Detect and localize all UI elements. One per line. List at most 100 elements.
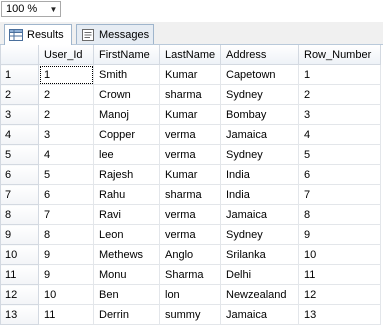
row-header[interactable]: 8: [0, 204, 39, 225]
table-row[interactable]: 13 11 Derrin summy Jamaica 13: [0, 304, 381, 325]
lastname-cell[interactable]: Kumar: [159, 104, 221, 125]
table-row[interactable]: 6 5 Rajesh Kumar India 6: [0, 164, 381, 185]
lastname-cell[interactable]: Kumar: [159, 64, 221, 85]
lastname-cell[interactable]: verma: [159, 224, 221, 245]
user-id-cell[interactable]: 7: [38, 204, 94, 225]
firstname-cell[interactable]: Copper: [93, 124, 160, 145]
lastname-cell[interactable]: verma: [159, 204, 221, 225]
firstname-cell[interactable]: lee: [93, 144, 160, 165]
row-header[interactable]: 3: [0, 104, 39, 125]
user-id-cell[interactable]: 9: [38, 264, 94, 285]
row-number-cell[interactable]: 11: [298, 264, 381, 285]
column-header-firstname[interactable]: FirstName: [93, 45, 160, 65]
address-cell[interactable]: Delhi: [220, 264, 299, 285]
address-cell[interactable]: Sydney: [220, 224, 299, 245]
column-header-lastname[interactable]: LastName: [159, 45, 221, 65]
address-cell[interactable]: Jamaica: [220, 124, 299, 145]
row-number-cell[interactable]: 2: [298, 84, 381, 105]
address-cell[interactable]: India: [220, 184, 299, 205]
zoom-dropdown[interactable]: 100 % ▼: [1, 1, 61, 17]
column-header-row-number[interactable]: Row_Number: [298, 45, 381, 65]
firstname-cell[interactable]: Smith: [93, 64, 160, 85]
lastname-cell[interactable]: Sharma: [159, 264, 221, 285]
lastname-cell[interactable]: sharma: [159, 84, 221, 105]
firstname-cell[interactable]: Methews: [93, 244, 160, 265]
address-cell[interactable]: Sydney: [220, 84, 299, 105]
results-grid[interactable]: User_Id FirstName LastName Address Row_N…: [0, 45, 383, 325]
user-id-cell[interactable]: 1: [38, 64, 94, 85]
row-number-cell[interactable]: 7: [298, 184, 381, 205]
row-header[interactable]: 4: [0, 124, 39, 145]
row-header[interactable]: 5: [0, 144, 39, 165]
row-number-cell[interactable]: 9: [298, 224, 381, 245]
corner-header[interactable]: [0, 45, 39, 65]
table-row[interactable]: 10 9 Methews Anglo Srilanka 10: [0, 244, 381, 265]
user-id-cell[interactable]: 10: [38, 284, 94, 305]
row-header[interactable]: 13: [0, 304, 39, 325]
row-header[interactable]: 6: [0, 164, 39, 185]
address-cell[interactable]: Capetown: [220, 64, 299, 85]
row-number-cell[interactable]: 12: [298, 284, 381, 305]
user-id-cell[interactable]: 5: [38, 164, 94, 185]
address-cell[interactable]: Jamaica: [220, 204, 299, 225]
table-row[interactable]: 4 3 Copper verma Jamaica 4: [0, 124, 381, 145]
table-row[interactable]: 9 8 Leon verma Sydney 9: [0, 224, 381, 245]
row-header[interactable]: 2: [0, 84, 39, 105]
firstname-cell[interactable]: Rahu: [93, 184, 160, 205]
address-cell[interactable]: Jamaica: [220, 304, 299, 325]
address-cell[interactable]: Bombay: [220, 104, 299, 125]
row-number-cell[interactable]: 4: [298, 124, 381, 145]
table-row[interactable]: 11 9 Monu Sharma Delhi 11: [0, 264, 381, 285]
lastname-cell[interactable]: Anglo: [159, 244, 221, 265]
row-number-cell[interactable]: 5: [298, 144, 381, 165]
row-number-cell[interactable]: 6: [298, 164, 381, 185]
table-row[interactable]: 3 2 Manoj Kumar Bombay 3: [0, 104, 381, 125]
lastname-cell[interactable]: summy: [159, 304, 221, 325]
table-row[interactable]: 5 4 lee verma Sydney 5: [0, 144, 381, 165]
row-header[interactable]: 10: [0, 244, 39, 265]
chevron-down-icon[interactable]: ▼: [47, 2, 60, 16]
address-cell[interactable]: Srilanka: [220, 244, 299, 265]
user-id-cell[interactable]: 2: [38, 84, 94, 105]
row-number-cell[interactable]: 13: [298, 304, 381, 325]
table-row[interactable]: 12 10 Ben lon Newzealand 12: [0, 284, 381, 305]
firstname-cell[interactable]: Manoj: [93, 104, 160, 125]
lastname-cell[interactable]: verma: [159, 144, 221, 165]
column-header-user-id[interactable]: User_Id: [38, 45, 94, 65]
firstname-cell[interactable]: Monu: [93, 264, 160, 285]
address-cell[interactable]: Sydney: [220, 144, 299, 165]
row-number-cell[interactable]: 10: [298, 244, 381, 265]
firstname-cell[interactable]: Leon: [93, 224, 160, 245]
tab-messages[interactable]: Messages: [76, 24, 154, 44]
lastname-cell[interactable]: lon: [159, 284, 221, 305]
table-row[interactable]: 1 1 Smith Kumar Capetown 1: [0, 64, 381, 85]
row-header[interactable]: 7: [0, 184, 39, 205]
row-header[interactable]: 9: [0, 224, 39, 245]
user-id-cell[interactable]: 11: [38, 304, 94, 325]
firstname-cell[interactable]: Derrin: [93, 304, 160, 325]
firstname-cell[interactable]: Rajesh: [93, 164, 160, 185]
row-header[interactable]: 12: [0, 284, 39, 305]
user-id-cell[interactable]: 2: [38, 104, 94, 125]
table-row[interactable]: 8 7 Ravi verma Jamaica 8: [0, 204, 381, 225]
row-header[interactable]: 1: [0, 64, 39, 85]
firstname-cell[interactable]: Ben: [93, 284, 160, 305]
lastname-cell[interactable]: sharma: [159, 184, 221, 205]
tab-results[interactable]: Results: [4, 24, 72, 45]
row-number-cell[interactable]: 8: [298, 204, 381, 225]
column-header-address[interactable]: Address: [220, 45, 299, 65]
user-id-cell[interactable]: 9: [38, 244, 94, 265]
user-id-cell[interactable]: 4: [38, 144, 94, 165]
row-header[interactable]: 11: [0, 264, 39, 285]
lastname-cell[interactable]: verma: [159, 124, 221, 145]
row-number-cell[interactable]: 3: [298, 104, 381, 125]
table-row[interactable]: 7 6 Rahu sharma India 7: [0, 184, 381, 205]
firstname-cell[interactable]: Crown: [93, 84, 160, 105]
user-id-cell[interactable]: 3: [38, 124, 94, 145]
address-cell[interactable]: India: [220, 164, 299, 185]
row-number-cell[interactable]: 1: [298, 64, 381, 85]
user-id-cell[interactable]: 6: [38, 184, 94, 205]
firstname-cell[interactable]: Ravi: [93, 204, 160, 225]
address-cell[interactable]: Newzealand: [220, 284, 299, 305]
table-row[interactable]: 2 2 Crown sharma Sydney 2: [0, 84, 381, 105]
